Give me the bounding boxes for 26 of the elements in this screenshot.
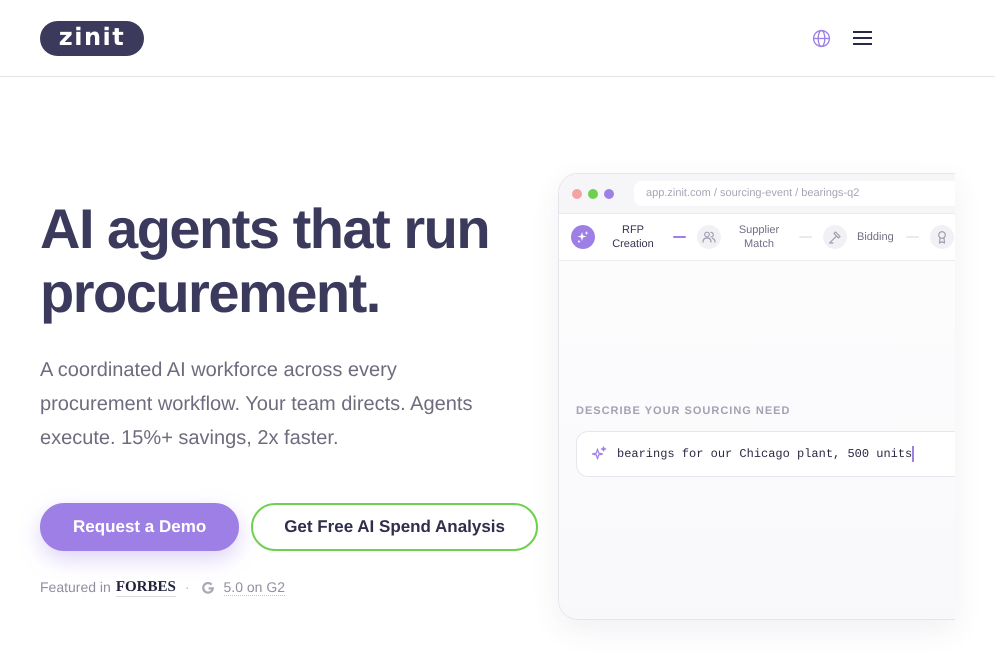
step-label: RFP Creation [611,223,655,251]
featured-label: Featured in [40,578,111,597]
step-connector [673,236,686,238]
window-dot-icon [572,188,582,198]
brand-logo[interactable]: zinit [40,20,144,56]
sparkle-icon [591,446,607,462]
hero-headline: AI agents that run procurement. [40,197,490,325]
separator-dot: · [184,578,190,597]
hammer-icon[interactable] [823,225,847,249]
medal-icon[interactable] [930,225,954,249]
step-label: Supplier Match [738,223,780,251]
step-label: Bidding [857,230,894,244]
hero-description: A coordinated AI workforce across every procurement workflow. Your team directs. Agents execute. 15%+ savings, 2x faster. [40,358,474,451]
prompt-text: bearings for our Chicago plant, 500 units [617,446,912,464]
sparkle-icon[interactable] [571,225,595,249]
publication-link[interactable]: FORBES [116,578,176,597]
prompt-label: DESCRIBE YOUR SOURCING NEED [576,404,792,419]
window-dot-icon [588,188,598,198]
address-bar: app.zinit.com / sourcing-event / bearings-q2 [634,181,955,206]
prompt-input-field[interactable]: bearings for our Chicago plant, 500 units [576,431,955,478]
g-logo-icon [202,582,214,594]
menu-icon[interactable] [853,31,872,45]
window-dot-icon [604,188,614,198]
people-icon[interactable] [697,225,721,249]
secondary-cta-button[interactable]: Get Free AI Spend Analysis [251,503,538,551]
globe-icon[interactable] [812,28,831,48]
